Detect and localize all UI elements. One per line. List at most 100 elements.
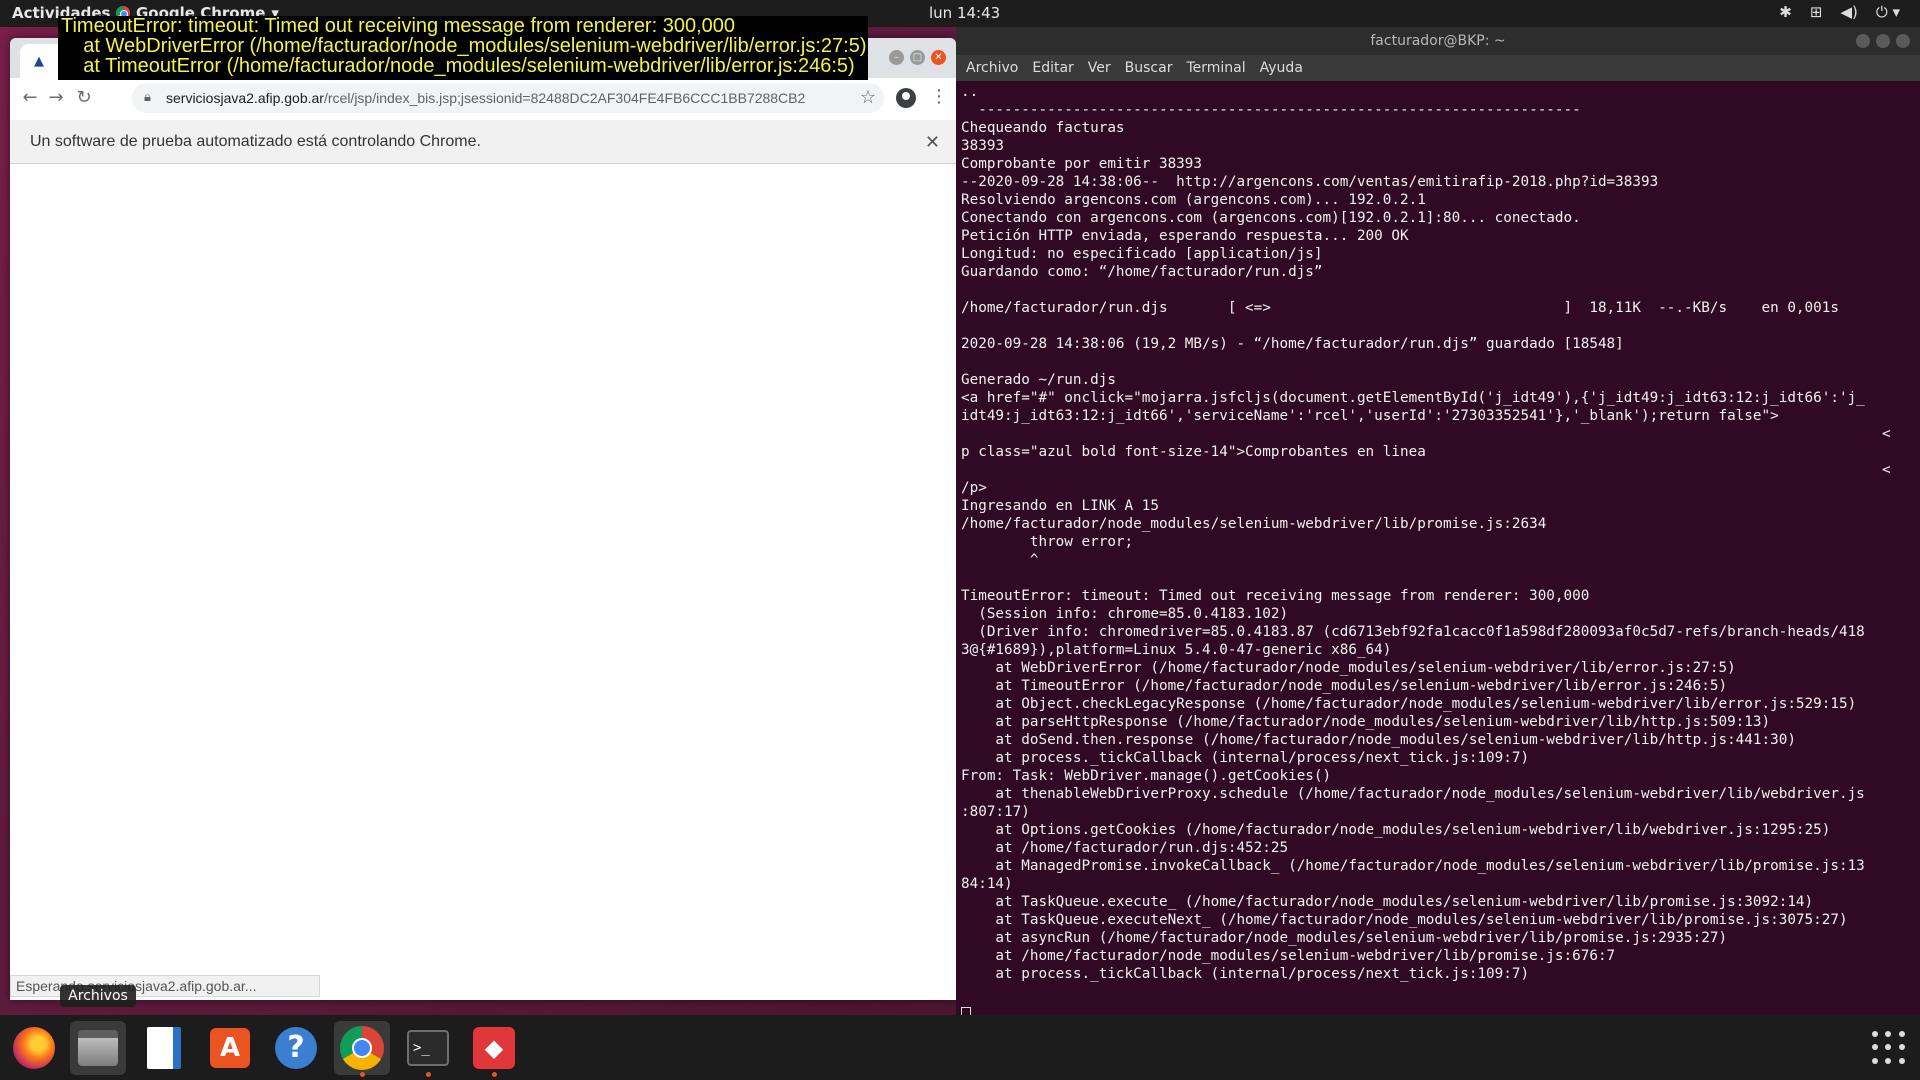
show-applications-icon[interactable]: [1872, 1031, 1906, 1065]
error-line: TimeoutError: timeout: Timed out receivi…: [61, 15, 736, 37]
terminal-line: idt49:j_idt63:12:j_idt66','serviceName':…: [961, 408, 1779, 424]
terminal-line: at Options.getCookies (/home/facturador/…: [961, 822, 1831, 838]
terminal-menubar: Archivo Editar Ver Buscar Terminal Ayuda: [956, 55, 1920, 81]
url-path: /rcel/jsp/index_bis.jsp;jsessionid=82488…: [323, 90, 806, 106]
bookmark-star-icon[interactable]: ☆: [860, 83, 876, 113]
error-line: at TimeoutError (/home/facturador/node_m…: [61, 55, 855, 77]
dock-app-files[interactable]: [70, 1021, 126, 1075]
terminal-line: at /home/facturador/node_modules/seleniu…: [961, 948, 1616, 964]
maximize-icon[interactable]: [1876, 34, 1890, 48]
afip-favicon-icon: ▲: [34, 54, 44, 69]
close-infobar-icon[interactable]: ✕: [925, 120, 940, 164]
help-icon: ?: [275, 1027, 317, 1069]
terminal-line: 38393: [961, 138, 1005, 154]
software-center-icon: A: [210, 1028, 250, 1068]
terminal-line: /home/facturador/node_modules/selenium-w…: [961, 516, 1547, 532]
menu-archivo[interactable]: Archivo: [966, 55, 1018, 81]
system-tray[interactable]: ✱ ⊞ ◀) ⏻ ▾: [1779, 3, 1900, 21]
terminal-line: Generado ~/run.djs: [961, 372, 1116, 388]
close-icon[interactable]: [1896, 34, 1910, 48]
minimize-icon[interactable]: –: [889, 50, 904, 65]
terminal-line: Conectando con argencons.com (argencons.…: [961, 210, 1581, 226]
close-icon[interactable]: ✕: [931, 50, 946, 65]
terminal-line: Petición HTTP enviada, esperando respues…: [961, 228, 1409, 244]
running-indicator: [426, 1072, 431, 1077]
profile-avatar-icon[interactable]: [896, 88, 916, 108]
files-icon: [78, 1030, 118, 1066]
dock-app-terminal[interactable]: >_: [400, 1021, 456, 1077]
terminal-line: at TimeoutError (/home/facturador/node_m…: [961, 678, 1728, 694]
volume-icon[interactable]: ◀): [1840, 3, 1857, 21]
dock-app-firefox[interactable]: [6, 1021, 62, 1075]
menu-ver[interactable]: Ver: [1088, 55, 1111, 81]
dock-app-help[interactable]: ?: [268, 1021, 324, 1075]
terminal-icon: >_: [407, 1030, 449, 1066]
terminal-line: :807:17): [961, 804, 1030, 820]
terminal-line: at /home/facturador/run.djs:452:25: [961, 840, 1289, 856]
page-viewport[interactable]: [10, 165, 956, 1000]
menu-ayuda[interactable]: Ayuda: [1260, 55, 1303, 81]
infobar-text: Un software de prueba automatizado está …: [30, 133, 481, 150]
libreoffice-writer-icon: [147, 1027, 181, 1069]
forward-icon[interactable]: →: [44, 86, 68, 110]
terminal-line: <: [961, 426, 1891, 442]
terminal-line: From: Task: WebDriver.manage().getCookie…: [961, 768, 1332, 784]
menu-buscar[interactable]: Buscar: [1125, 55, 1173, 81]
dock-app-writer[interactable]: [136, 1021, 192, 1075]
terminal-line: Chequeando facturas: [961, 120, 1125, 136]
terminal-line: throw error;: [961, 534, 1134, 550]
menu-editar[interactable]: Editar: [1032, 55, 1073, 81]
terminal-output[interactable]: .. -------------------------------------…: [961, 83, 1916, 1013]
back-icon[interactable]: ←: [18, 86, 42, 110]
terminal-line: Longitud: no especificado [application/j…: [961, 246, 1323, 262]
terminal-line: TimeoutError: timeout: Timed out receivi…: [961, 588, 1590, 604]
terminal-line: Ingresando en LINK A 15: [961, 498, 1159, 514]
terminal-line: <a href="#" onclick="mojarra.jsfcljs(doc…: [961, 390, 1865, 406]
menu-terminal[interactable]: Terminal: [1186, 55, 1245, 81]
terminal-line: <: [961, 462, 1891, 478]
terminal-line: 3@{#1689}),platform=Linux 5.4.0-47-gener…: [961, 642, 1392, 658]
reload-icon[interactable]: ↻: [72, 86, 96, 110]
error-line: at WebDriverError (/home/facturador/node…: [61, 35, 867, 57]
terminal-line: at thenableWebDriverProxy.schedule (/hom…: [961, 786, 1865, 802]
terminal-line: at TaskQueue.executeNext_ (/home/factura…: [961, 912, 1848, 928]
automation-infobar: Un software de prueba automatizado está …: [10, 120, 956, 164]
terminal-line: at parseHttpResponse (/home/facturador/n…: [961, 714, 1771, 730]
dock-app-remote[interactable]: ◆: [466, 1021, 522, 1077]
terminal-line: Comprobante por emitir 38393: [961, 156, 1203, 172]
maximize-icon[interactable]: □: [910, 50, 925, 65]
status-bubble: Esperando serviciosjava2.afip.gob.ar...: [10, 975, 320, 997]
terminal-line: Resolviendo argencons.com (argencons.com…: [961, 192, 1426, 208]
terminal-line: p class="azul bold font-size-14">Comprob…: [961, 444, 1426, 460]
dock-app-software[interactable]: A: [202, 1021, 258, 1075]
terminal-line: at process._tickCallback (internal/proce…: [961, 966, 1530, 982]
terminal-titlebar[interactable]: facturador@BKP: ~: [956, 27, 1920, 55]
browser-toolbar: ← → ↻ 🔒︎ serviciosjava2.afip.gob.ar/rcel…: [10, 78, 956, 118]
clock[interactable]: lun 14:43: [929, 4, 1000, 22]
terminal-line: /home/facturador/run.djs [ <=> ] 18,11K …: [961, 300, 1839, 316]
address-bar[interactable]: 🔒︎ serviciosjava2.afip.gob.ar/rcel/jsp/i…: [132, 83, 884, 113]
lock-icon[interactable]: 🔒︎: [144, 83, 151, 113]
url-host: serviciosjava2.afip.gob.ar: [166, 90, 324, 106]
terminal-line: Guardando como: “/home/facturador/run.dj…: [961, 264, 1323, 280]
network-icon[interactable]: ⊞: [1810, 3, 1823, 21]
terminal-line: at doSend.then.response (/home/facturado…: [961, 732, 1796, 748]
running-indicator: [492, 1072, 497, 1077]
dock-app-chrome[interactable]: [334, 1021, 390, 1077]
terminal-line: (Session info: chrome=85.0.4183.102): [961, 606, 1289, 622]
running-indicator: [360, 1072, 365, 1077]
dock-tooltip: Archivos: [60, 985, 136, 1007]
window-controls: [1856, 34, 1910, 48]
terminal-line: at WebDriverError (/home/facturador/node…: [961, 660, 1736, 676]
minimize-icon[interactable]: [1856, 34, 1870, 48]
power-icon[interactable]: ⏻ ▾: [1876, 3, 1900, 21]
dock: A ? >_ ◆: [0, 1015, 1920, 1080]
menu-kebab-icon[interactable]: ⋮: [930, 86, 948, 107]
bluetooth-icon[interactable]: ✱: [1779, 3, 1792, 21]
terminal-line: ..: [961, 84, 979, 100]
error-overlay: TimeoutError: timeout: Timed out receivi…: [58, 16, 868, 80]
terminal-line: at ManagedPromise.invokeCallback_ (/home…: [961, 858, 1865, 874]
